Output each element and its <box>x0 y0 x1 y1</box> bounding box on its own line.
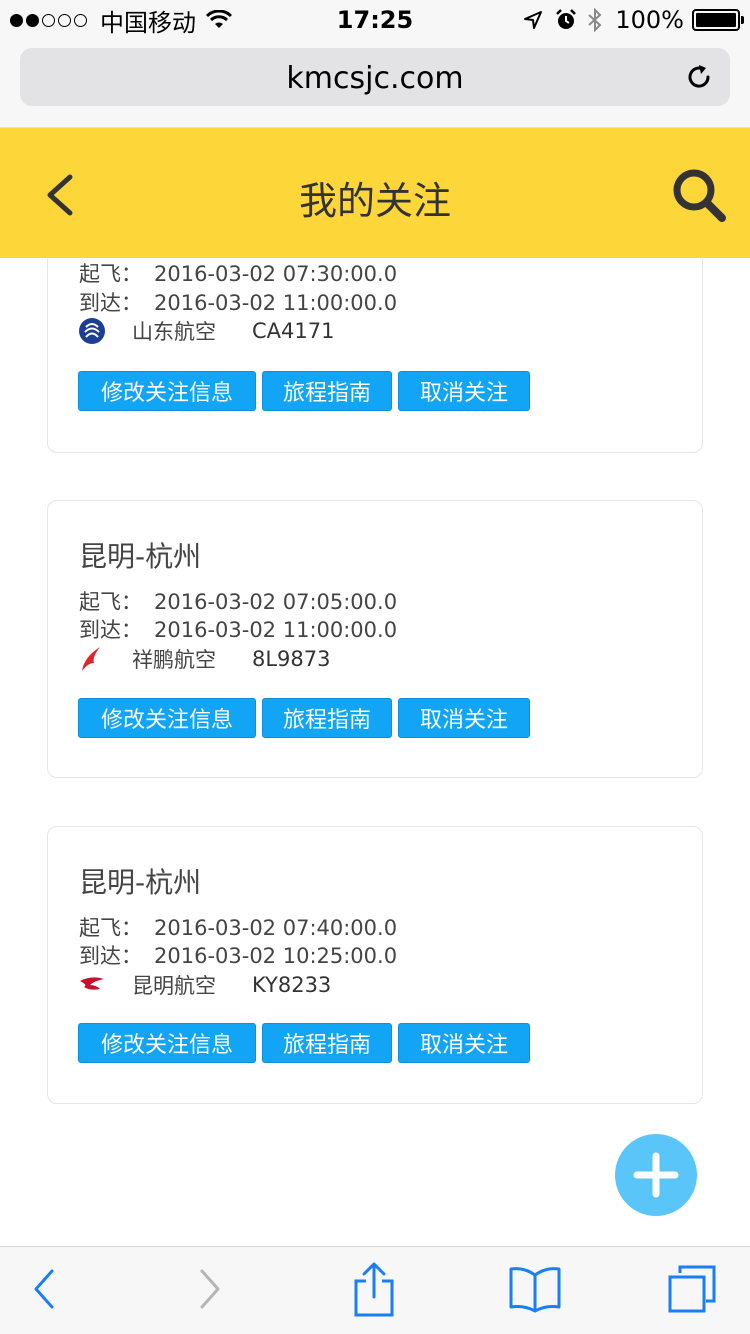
edit-follow-button[interactable]: 修改关注信息 <box>78 1023 256 1063</box>
status-right: 100% <box>523 6 744 34</box>
kunming-airlines-logo-icon <box>80 977 104 990</box>
depart-time: 2016-03-02 07:05:00.0 <box>154 590 398 614</box>
route-title: 昆明-杭州 <box>79 540 202 573</box>
tabs-icon[interactable] <box>666 1263 718 1315</box>
edit-follow-button[interactable]: 修改关注信息 <box>78 698 256 738</box>
app-header: 我的关注 <box>0 128 750 258</box>
plus-icon <box>633 1152 679 1198</box>
flight-number: 8L9873 <box>252 647 331 671</box>
browser-forward-icon[interactable] <box>198 1265 224 1313</box>
address-bar[interactable]: kmcsjc.com <box>20 48 730 106</box>
depart-line: 起飞： 2016-03-02 07:05:00.0 <box>79 586 397 616</box>
browser-address-area: kmcsjc.com <box>0 40 750 128</box>
search-icon[interactable] <box>670 166 728 224</box>
location-arrow-icon <box>524 11 543 29</box>
arrive-time: 2016-03-02 11:00:00.0 <box>154 291 398 315</box>
battery-icon <box>692 9 744 31</box>
flight-number: KY8233 <box>252 973 332 997</box>
airline-row: 山东航空 CA4171 <box>78 316 334 346</box>
airline-name: 昆明航空 <box>132 974 216 998</box>
page-title: 我的关注 <box>298 179 451 223</box>
unfollow-button[interactable]: 取消关注 <box>398 698 530 738</box>
followed-flights-list: 起飞： 2016-03-02 07:30:00.0 到达： 2016-03-02 1… <box>0 258 750 1246</box>
lucky-air-logo-icon <box>82 647 100 671</box>
trip-guide-button[interactable]: 旅程指南 <box>262 371 392 411</box>
reload-icon[interactable] <box>684 62 714 92</box>
unfollow-button[interactable]: 取消关注 <box>398 371 530 411</box>
arrive-label: 到达： <box>79 618 142 642</box>
browser-back-icon[interactable] <box>30 1265 56 1313</box>
battery-percent: 100% <box>615 6 684 34</box>
depart-time: 2016-03-02 07:30:00.0 <box>154 262 398 286</box>
depart-line: 起飞： 2016-03-02 07:30:00.0 <box>79 258 397 288</box>
depart-label: 起飞： <box>79 262 142 286</box>
alarm-icon <box>556 9 577 29</box>
arrive-label: 到达： <box>79 291 142 315</box>
flight-card: 起飞： 2016-03-02 07:30:00.0 到达： 2016-03-02 1… <box>47 258 703 453</box>
card-actions: 修改关注信息 旅程指南 取消关注 <box>78 371 536 411</box>
bookmarks-icon[interactable] <box>508 1265 562 1313</box>
share-icon[interactable] <box>352 1261 396 1317</box>
status-bar: 中国移动 17:25 100% <box>0 0 750 40</box>
add-follow-button[interactable] <box>615 1134 697 1216</box>
trip-guide-button[interactable]: 旅程指南 <box>262 1023 392 1063</box>
bluetooth-icon <box>588 8 602 32</box>
browser-toolbar <box>0 1246 750 1334</box>
airline-name: 祥鹏航空 <box>132 648 216 672</box>
card-actions: 修改关注信息 旅程指南 取消关注 <box>78 1023 536 1063</box>
flight-card: 昆明-杭州 起飞： 2016-03-02 07:05:00.0 到达： 2016-0… <box>47 500 703 778</box>
depart-time: 2016-03-02 07:40:00.0 <box>154 916 398 940</box>
route-title: 昆明-杭州 <box>79 866 202 899</box>
card-actions: 修改关注信息 旅程指南 取消关注 <box>78 698 536 738</box>
flight-number: CA4171 <box>252 319 335 343</box>
depart-label: 起飞： <box>79 916 142 940</box>
arrive-time: 2016-03-02 11:00:00.0 <box>154 618 398 642</box>
trip-guide-button[interactable]: 旅程指南 <box>262 698 392 738</box>
depart-line: 起飞： 2016-03-02 07:40:00.0 <box>79 912 397 942</box>
depart-label: 起飞： <box>79 590 142 614</box>
arrive-line: 到达： 2016-03-02 11:00:00.0 <box>79 614 397 644</box>
arrive-line: 到达： 2016-03-02 10:25:00.0 <box>79 940 397 970</box>
battery-fill <box>696 13 736 27</box>
shandong-airlines-logo-icon <box>79 318 105 344</box>
flight-card: 昆明-杭州 起飞： 2016-03-02 07:40:00.0 到达： 2016-0… <box>47 826 703 1104</box>
url-text[interactable]: kmcsjc.com <box>20 61 730 96</box>
airline-row: 祥鹏航空 8L9873 <box>78 644 331 674</box>
airline-row: 昆明航空 KY8233 <box>78 970 331 1000</box>
arrive-time: 2016-03-02 10:25:00.0 <box>154 944 398 968</box>
airline-name: 山东航空 <box>132 320 216 344</box>
edit-follow-button[interactable]: 修改关注信息 <box>78 371 256 411</box>
arrive-line: 到达： 2016-03-02 11:00:00.0 <box>79 287 397 317</box>
arrive-label: 到达： <box>79 944 142 968</box>
unfollow-button[interactable]: 取消关注 <box>398 1023 530 1063</box>
